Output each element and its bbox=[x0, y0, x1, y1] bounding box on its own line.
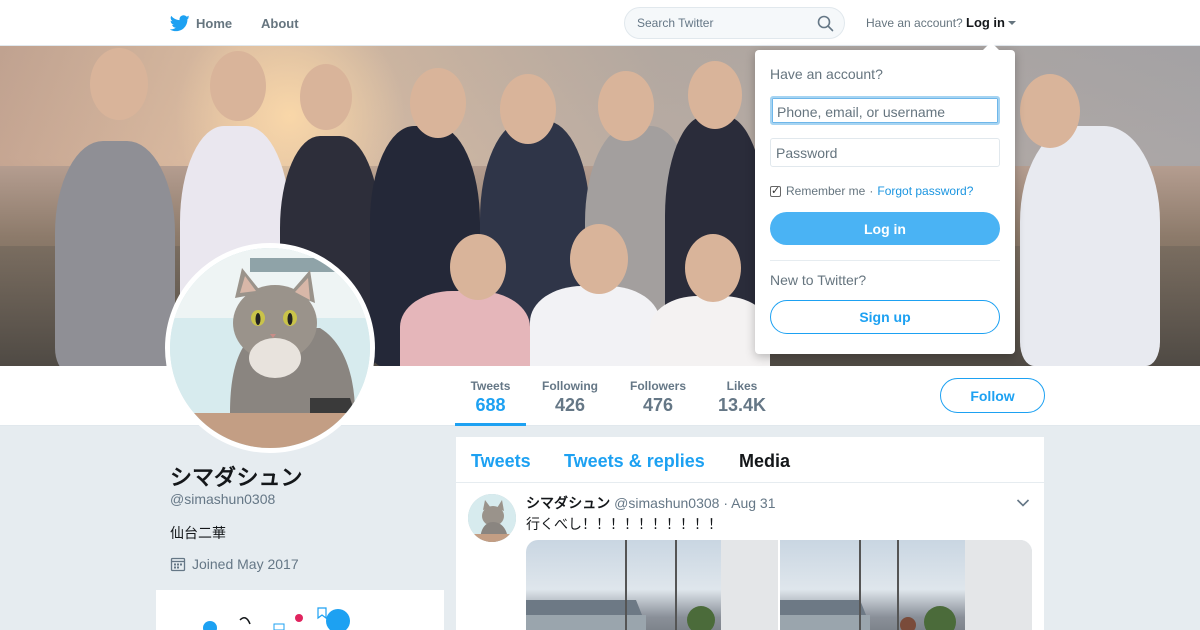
stat-following[interactable]: Following 426 bbox=[536, 366, 604, 426]
stat-likes-value: 13.4K bbox=[717, 395, 767, 415]
caret-down-icon[interactable] bbox=[1008, 21, 1016, 25]
tweet-media[interactable] bbox=[526, 540, 1032, 630]
stat-tweets[interactable]: Tweets 688 bbox=[455, 366, 526, 426]
banner-person-head bbox=[210, 51, 266, 121]
separator-dot: · bbox=[869, 184, 874, 198]
banner-person-head bbox=[450, 234, 506, 300]
profile-bio: 仙台二華 bbox=[170, 525, 226, 541]
profile-name: シマダシュン bbox=[170, 465, 303, 490]
profile-handle: @simashun0308 bbox=[170, 491, 276, 507]
tab-tweets-replies[interactable]: Tweets & replies bbox=[564, 451, 705, 472]
cat-avatar-thumbnail bbox=[468, 494, 516, 542]
nav-about-label: About bbox=[261, 15, 299, 31]
chevron-down-icon[interactable] bbox=[1016, 498, 1030, 508]
banner-person bbox=[55, 141, 175, 366]
stat-following-value: 426 bbox=[554, 395, 586, 415]
illustration-graphic bbox=[203, 607, 350, 630]
stat-followers-value: 476 bbox=[642, 395, 674, 415]
forgot-password-link[interactable]: Forgot password? bbox=[877, 184, 973, 198]
login-dropdown-toggle[interactable]: Log in bbox=[966, 15, 1005, 30]
login-dropdown: Have an account? Phone, email, or userna… bbox=[755, 42, 1015, 354]
username-placeholder: Phone, email, or username bbox=[777, 104, 946, 120]
tweet-photo-drawing bbox=[526, 540, 778, 630]
tab-media[interactable]: Media bbox=[739, 451, 790, 472]
divider bbox=[770, 260, 1000, 261]
signup-button[interactable]: Sign up bbox=[770, 300, 1000, 334]
username-field[interactable]: Phone, email, or username bbox=[770, 96, 1000, 125]
banner-person-head bbox=[598, 71, 654, 141]
top-navigation: Home About Search Twitter Have an accoun… bbox=[0, 0, 1200, 46]
search-icon[interactable] bbox=[817, 15, 834, 32]
timeline: Tweets Tweets & replies Media シマダシュン @si… bbox=[456, 437, 1044, 630]
banner-person-head bbox=[570, 224, 628, 294]
timeline-tabs: Tweets Tweets & replies Media bbox=[456, 437, 1044, 483]
search-placeholder: Search Twitter bbox=[637, 16, 714, 30]
tweet-author-handle[interactable]: @simashun0308 bbox=[614, 495, 719, 511]
profile-joined-text: Joined May 2017 bbox=[192, 556, 299, 572]
banner-person bbox=[530, 286, 660, 366]
cat-avatar-image bbox=[170, 248, 370, 448]
remember-me-checkbox[interactable] bbox=[770, 184, 781, 197]
login-dropdown-title: Have an account? bbox=[770, 66, 883, 82]
banner-person-head bbox=[685, 234, 741, 302]
stat-likes[interactable]: Likes 13.4K bbox=[712, 366, 772, 426]
tweet-photo-drawing bbox=[780, 540, 1032, 630]
banner-person-head bbox=[1020, 74, 1080, 148]
banner-person bbox=[400, 291, 530, 366]
tweet-item[interactable]: シマダシュン @simashun0308 · Aug 31 行くべし！！！！！！… bbox=[456, 484, 1044, 630]
nav-home-link[interactable]: Home bbox=[170, 0, 232, 46]
tweet-text: 行くべし！！！！！！！！！！ bbox=[526, 516, 722, 532]
nav-about-link[interactable]: About bbox=[261, 0, 299, 46]
follow-button[interactable]: Follow bbox=[940, 378, 1045, 413]
banner-person-head bbox=[90, 48, 148, 120]
banner-person bbox=[1020, 126, 1160, 366]
banner-person-head bbox=[410, 68, 466, 138]
stat-tweets-value: 688 bbox=[475, 395, 506, 415]
tab-tweets[interactable]: Tweets bbox=[471, 451, 531, 472]
remember-me-label[interactable]: Remember me bbox=[786, 184, 865, 198]
banner-person-head bbox=[300, 64, 352, 130]
tweet-photo[interactable] bbox=[526, 540, 778, 630]
stat-tweets-label: Tweets bbox=[470, 379, 511, 393]
banner-person-head bbox=[688, 61, 742, 129]
tweet-header: シマダシュン @simashun0308 · Aug 31 bbox=[526, 493, 776, 513]
banner-person-head bbox=[500, 74, 556, 144]
password-field[interactable]: Password bbox=[770, 138, 1000, 167]
new-to-twitter-label: New to Twitter? bbox=[770, 272, 867, 288]
calendar-icon bbox=[170, 557, 186, 572]
tweet-date[interactable]: · Aug 31 bbox=[723, 495, 775, 511]
remember-me-row: Remember me · Forgot password? bbox=[770, 184, 973, 198]
tweet-author-name[interactable]: シマダシュン bbox=[526, 495, 610, 511]
sidebar-card bbox=[156, 590, 444, 630]
password-placeholder: Password bbox=[776, 145, 838, 161]
stat-following-label: Following bbox=[542, 379, 598, 393]
nav-home-label: Home bbox=[196, 15, 233, 31]
tweet-photo[interactable] bbox=[780, 540, 1032, 630]
stat-followers[interactable]: Followers 476 bbox=[624, 366, 692, 426]
login-button[interactable]: Log in bbox=[770, 212, 1000, 245]
stat-likes-label: Likes bbox=[726, 379, 758, 393]
twitter-bird-icon bbox=[170, 14, 190, 31]
profile-avatar[interactable] bbox=[165, 243, 375, 453]
banner-person bbox=[650, 296, 770, 366]
tweet-avatar[interactable] bbox=[468, 494, 516, 542]
profile-joined: Joined May 2017 bbox=[170, 556, 299, 572]
account-question: Have an account? bbox=[866, 16, 963, 30]
search-input[interactable]: Search Twitter bbox=[624, 7, 845, 39]
stat-followers-label: Followers bbox=[629, 379, 686, 393]
